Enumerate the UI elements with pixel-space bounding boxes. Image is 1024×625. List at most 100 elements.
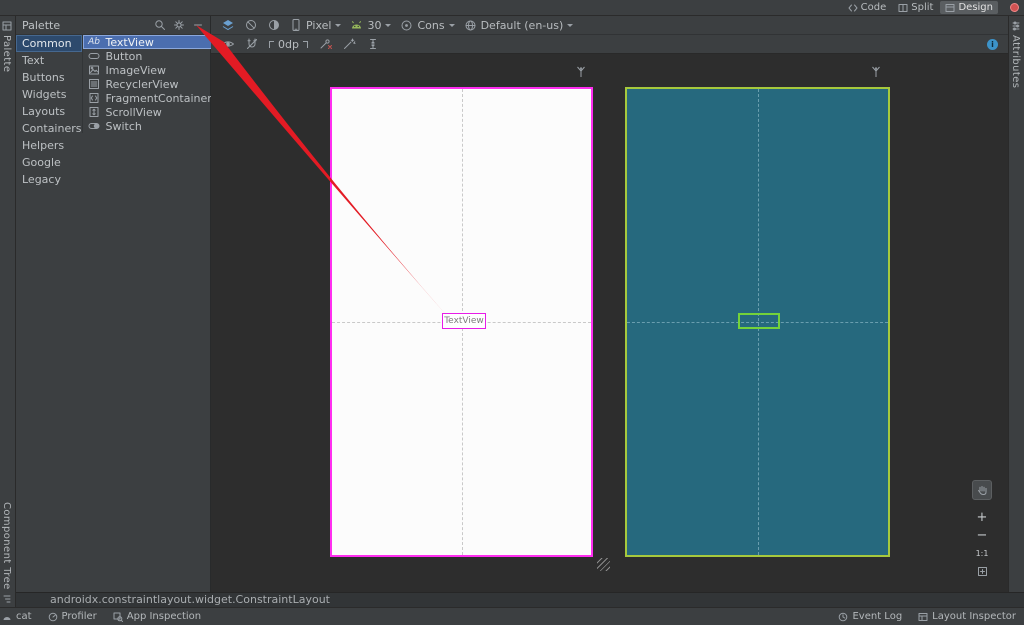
locale-selector[interactable]: Default (en-us): [464, 19, 574, 32]
attributes-rail-tab[interactable]: Attributes: [1010, 21, 1021, 88]
tab-code[interactable]: Code: [843, 1, 892, 14]
category-buttons[interactable]: Buttons: [16, 69, 82, 86]
clear-constraints-button[interactable]: [318, 37, 332, 51]
guideline-button[interactable]: [366, 37, 380, 51]
event-log-tab[interactable]: Event Log: [838, 611, 902, 622]
notification-icon[interactable]: [1010, 3, 1019, 12]
attributes-rail-label: Attributes: [1010, 35, 1021, 89]
gear-icon[interactable]: [173, 19, 185, 31]
switch-icon: [88, 123, 100, 129]
search-icon[interactable]: [154, 19, 166, 31]
device-selector[interactable]: Pixel: [290, 18, 342, 32]
default-margin-value: 0dp: [278, 37, 299, 51]
textview-widget[interactable]: TextView: [442, 313, 486, 329]
night-mode-button[interactable]: [267, 18, 281, 32]
category-legacy[interactable]: Legacy: [16, 171, 82, 188]
category-widgets[interactable]: Widgets: [16, 86, 82, 103]
theme-selector[interactable]: Cons: [400, 19, 455, 32]
event-log-tab-label: Event Log: [852, 611, 903, 622]
code-icon: [848, 4, 858, 11]
logcat-tab-label: cat: [16, 611, 32, 622]
palette-header: Palette: [16, 16, 210, 35]
palette-rail-tab[interactable]: Palette: [1, 21, 12, 72]
blueprint-view-canvas[interactable]: [625, 87, 890, 557]
button-icon: [88, 53, 100, 59]
textview-widget-blueprint[interactable]: [738, 313, 780, 329]
android-studio-layout-editor: Code Split Design Palette Component Tree…: [0, 0, 1024, 625]
margin-bracket-right: [302, 40, 308, 48]
magnet-icon: [247, 38, 257, 49]
zoom-to-fit-button[interactable]: [977, 564, 988, 579]
profiler-tab[interactable]: Profiler: [48, 611, 97, 622]
zoom-to-fit-icon: [977, 567, 987, 576]
theme-icon: [401, 20, 412, 30]
component-switch-label: Switch: [105, 119, 142, 133]
zoom-actual-size-button[interactable]: 1:1: [976, 546, 989, 561]
clear-constraints-icon: [320, 39, 332, 49]
layout-inspector-tab[interactable]: Layout Inspector: [918, 611, 1016, 622]
component-button-label: Button: [105, 49, 143, 63]
design-toolbar: Pixel 30 Cons Default (en-us): [211, 16, 1008, 35]
minimize-icon[interactable]: [192, 19, 204, 31]
infer-constraints-button[interactable]: [342, 37, 356, 51]
component-imageview-label: ImageView: [105, 63, 167, 77]
design-surface-selector-button[interactable]: [221, 18, 235, 32]
zoom-in-button[interactable]: +: [977, 510, 988, 525]
info-icon[interactable]: i: [987, 38, 998, 50]
layout-inspector-tab-label: Layout Inspector: [932, 611, 1016, 622]
antenna-icon: [872, 66, 880, 77]
design-surface[interactable]: TextView + − 1:1: [211, 54, 1008, 592]
category-layouts[interactable]: Layouts: [16, 103, 82, 120]
category-helpers[interactable]: Helpers: [16, 137, 82, 154]
constraint-toolbar: 0dp i: [211, 35, 1008, 54]
layers-icon: [222, 20, 234, 31]
autoconnect-button[interactable]: [245, 37, 259, 51]
zoom-out-button[interactable]: −: [977, 528, 988, 543]
right-tool-rail: Attributes: [1008, 16, 1024, 592]
chevron-down-icon: [385, 24, 392, 27]
textview-widget-label: TextView: [444, 316, 484, 326]
category-common[interactable]: Common: [16, 35, 82, 52]
chevron-down-icon: [448, 24, 455, 27]
tab-design-label: Design: [958, 2, 993, 13]
tab-split[interactable]: Split: [893, 1, 938, 14]
category-containers[interactable]: Containers: [16, 120, 82, 137]
app-inspection-tab-label: App Inspection: [126, 611, 202, 622]
pan-button[interactable]: [972, 480, 992, 500]
category-text[interactable]: Text: [16, 52, 82, 69]
device-selector-value: Pixel: [306, 18, 332, 32]
component-tree-icon: [3, 595, 10, 603]
textview-icon: Ab: [88, 36, 100, 47]
antenna-icon: [577, 66, 585, 77]
palette-rail-label: Palette: [1, 35, 12, 73]
orientation-button[interactable]: [244, 18, 258, 32]
view-options-button[interactable]: [221, 37, 235, 51]
design-icon: [945, 3, 955, 12]
logcat-tab[interactable]: cat: [2, 611, 32, 622]
device-resize-handle[interactable]: [597, 558, 610, 571]
scrollview-icon: [89, 107, 99, 117]
default-margin-selector[interactable]: 0dp: [269, 38, 308, 51]
component-tree-rail-tab[interactable]: Component Tree: [1, 502, 12, 604]
app-inspection-tab[interactable]: App Inspection: [113, 611, 201, 622]
tab-design[interactable]: Design: [940, 1, 998, 14]
category-google[interactable]: Google: [16, 154, 82, 171]
event-log-icon: [839, 612, 848, 621]
palette-rail-icon: [2, 21, 11, 31]
palette-panel: Palette Common Text Buttons Widgets Layo…: [16, 16, 238, 592]
guideline-icon: [369, 39, 376, 49]
palette-categories: Common Text Buttons Widgets Layouts Cont…: [16, 35, 82, 188]
design-view-canvas[interactable]: TextView: [330, 87, 593, 557]
eye-icon: [222, 41, 234, 47]
breadcrumb-bar: androidx.constraintlayout.widget.Constra…: [16, 592, 1024, 607]
breadcrumb-item[interactable]: androidx.constraintlayout.widget.Constra…: [50, 593, 330, 606]
layout-inspector-icon: [918, 612, 928, 621]
orientation-icon: [246, 20, 256, 30]
component-tree-rail-label: Component Tree: [1, 502, 12, 590]
component-textview-label: TextView: [105, 35, 154, 49]
phone-icon: [292, 19, 300, 31]
recyclerview-icon: [89, 79, 99, 89]
api-level-selector[interactable]: 30: [350, 19, 392, 32]
infer-constraints-icon: [343, 38, 356, 49]
globe-icon: [465, 20, 476, 30]
